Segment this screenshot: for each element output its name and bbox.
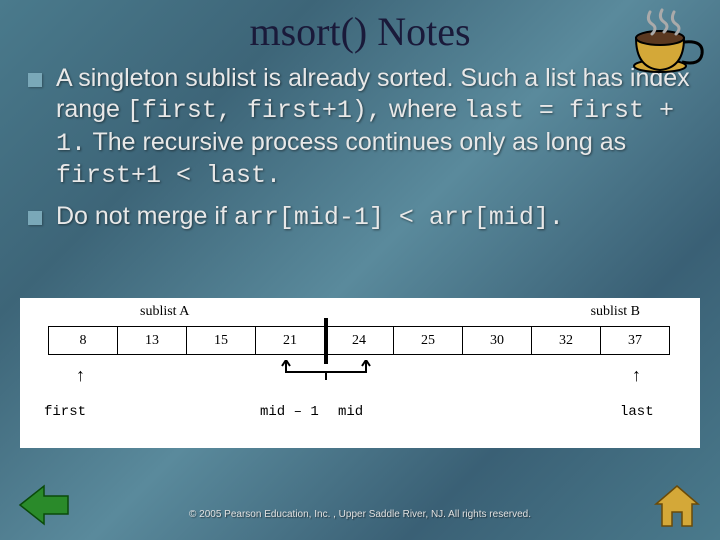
array-cell: 8 [49,327,118,355]
mid-divider [324,318,328,364]
home-button[interactable] [652,484,702,528]
sublist-a-label: sublist A [140,304,189,320]
bullet-text: Do not merge if arr[mid-1] < arr[mid]. [56,201,564,233]
bullet-text: A singleton sublist is already sorted. S… [56,63,692,191]
array-cell: 25 [394,327,463,355]
bullet-marker-icon [28,211,42,225]
array-table: 81315212425303237 [48,326,670,355]
up-arrow-icon: ↑ [76,366,85,384]
mid-minus-1-label: mid – 1 [260,404,319,420]
array-diagram: sublist A sublist B 81315212425303237 ↑ … [20,298,700,448]
array-cell: 21 [256,327,325,355]
content-area: A singleton sublist is already sorted. S… [0,55,720,233]
last-label: last [620,404,654,420]
bullet-item: Do not merge if arr[mid-1] < arr[mid]. [28,201,692,233]
slide: msort() Notes A singleton sublist is alr… [0,0,720,540]
array-cell: 24 [325,327,394,355]
back-button[interactable] [18,484,70,526]
up-arrow-icon: ↑ [632,366,641,384]
first-label: first [44,404,86,420]
copyright-footer: © 2005 Pearson Education, Inc. , Upper S… [0,509,720,520]
array-cell: 15 [187,327,256,355]
array-cell: 13 [118,327,187,355]
bracket-icon [272,360,380,382]
coffee-cup-icon [628,8,708,78]
mid-label: mid [338,404,363,420]
array-cell: 32 [532,327,601,355]
slide-title: msort() Notes [0,0,720,55]
array-cell: 37 [601,327,670,355]
array-cell: 30 [463,327,532,355]
sublist-b-label: sublist B [591,304,640,320]
bullet-marker-icon [28,73,42,87]
bullet-item: A singleton sublist is already sorted. S… [28,63,692,191]
